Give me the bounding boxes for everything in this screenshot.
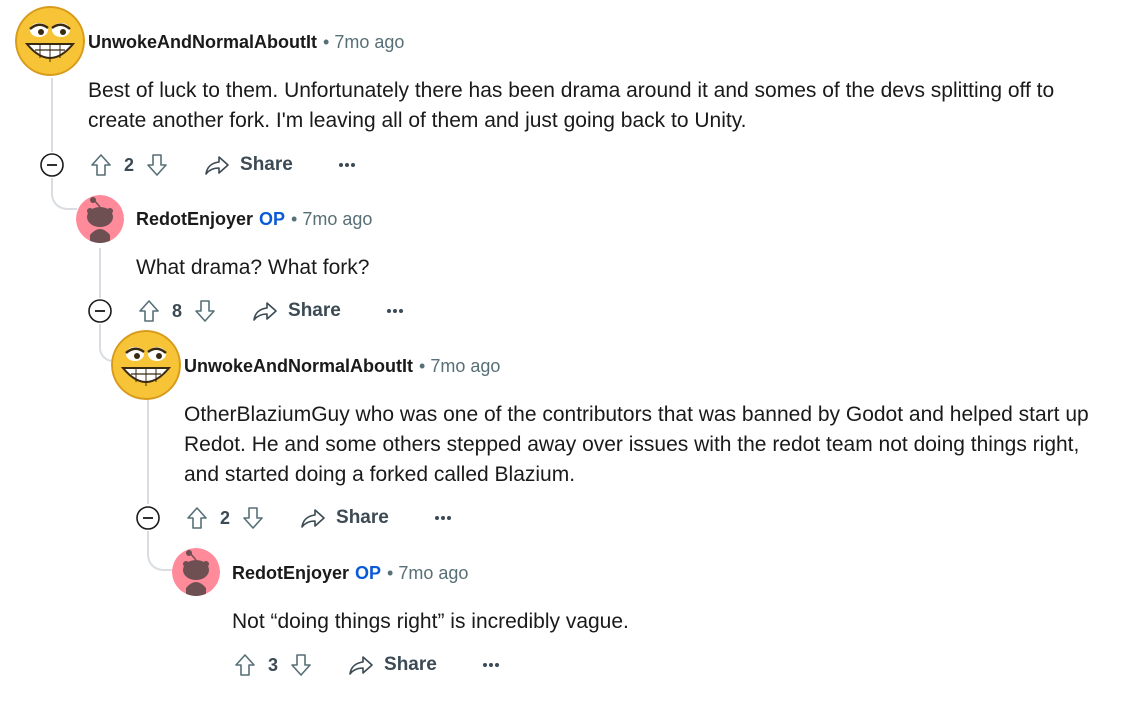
upvote-button[interactable] — [184, 505, 210, 531]
comment-body-1: Best of luck to them. Unfortunately ther… — [88, 76, 1054, 136]
upvote-icon — [91, 154, 111, 176]
more-options-button[interactable] — [335, 153, 359, 177]
share-icon — [301, 509, 325, 528]
share-icon — [205, 156, 229, 175]
more-icon — [386, 309, 403, 313]
downvote-icon — [243, 507, 263, 529]
collapse-button-2[interactable] — [87, 298, 113, 324]
comment-body-4: Not “doing things right” is incredibly v… — [232, 607, 629, 637]
comment-timestamp[interactable]: 7mo ago — [430, 356, 500, 376]
collapse-icon — [136, 506, 160, 530]
comment-meta-3: UnwokeAndNormalAboutIt • 7mo ago — [184, 354, 500, 378]
more-icon — [482, 663, 499, 667]
comment-line: create another fork. I'm leaving all of … — [88, 109, 747, 132]
more-options-button[interactable] — [431, 506, 455, 530]
comment-meta-2: RedotEnjoyer OP • 7mo ago — [136, 207, 372, 231]
upvote-button[interactable] — [136, 298, 162, 324]
downvote-button[interactable] — [144, 152, 170, 178]
share-icon — [253, 302, 277, 321]
op-badge: OP — [355, 563, 382, 583]
share-label: Share — [240, 154, 293, 175]
comment-meta-4: RedotEnjoyer OP • 7mo ago — [232, 561, 468, 585]
separator-dot: • — [323, 32, 330, 52]
downvote-button[interactable] — [240, 505, 266, 531]
share-button[interactable]: Share — [252, 300, 341, 322]
avatar-emoji-1[interactable] — [15, 6, 85, 76]
comment-timestamp[interactable]: 7mo ago — [398, 563, 468, 583]
thread-line-3 — [147, 400, 149, 504]
comment-username[interactable]: UnwokeAndNormalAboutIt — [184, 356, 413, 376]
vote-score: 3 — [268, 654, 279, 675]
comment-timestamp[interactable]: 7mo ago — [334, 32, 404, 52]
comment-line: Not “doing things right” is incredibly v… — [232, 610, 629, 633]
thread-line-2 — [99, 248, 101, 298]
collapse-button-3[interactable] — [135, 505, 161, 531]
more-icon — [338, 163, 355, 167]
share-button[interactable]: Share — [300, 507, 389, 529]
collapse-icon — [88, 299, 112, 323]
comment-actions-1: 2 Share — [88, 150, 359, 180]
upvote-icon — [235, 654, 255, 676]
avatar-snoo-4[interactable] — [172, 548, 220, 596]
comment-line: What drama? What fork? — [136, 256, 370, 279]
thread-connector-3 — [147, 531, 173, 571]
upvote-button[interactable] — [232, 652, 258, 678]
more-icon — [434, 516, 451, 520]
emoji-grin-avatar-icon — [111, 330, 181, 400]
comment-line: Redot. He and some others stepped away o… — [184, 433, 1080, 456]
comment-actions-3: 2 Share — [184, 503, 455, 533]
comment-username[interactable]: RedotEnjoyer — [232, 563, 349, 583]
avatar-emoji-3[interactable] — [111, 330, 181, 400]
emoji-grin-avatar-icon — [15, 6, 85, 76]
comment-line: OtherBlaziumGuy who was one of the contr… — [184, 403, 1089, 426]
downvote-button[interactable] — [192, 298, 218, 324]
comment-actions-2: 8 Share — [136, 296, 407, 326]
avatar-snoo-2[interactable] — [76, 195, 124, 243]
comment-meta-1: UnwokeAndNormalAboutIt • 7mo ago — [88, 30, 404, 54]
comment-timestamp[interactable]: 7mo ago — [302, 209, 372, 229]
more-options-button[interactable] — [383, 299, 407, 323]
vote-score: 2 — [124, 154, 135, 175]
comment-body-3: OtherBlaziumGuy who was one of the contr… — [184, 400, 1089, 490]
thread-connector-1 — [51, 180, 77, 210]
op-badge: OP — [259, 209, 286, 229]
comment-body-2: What drama? What fork? — [136, 253, 369, 283]
vote-score: 8 — [172, 300, 183, 321]
comment-actions-4: 3 Share — [232, 650, 503, 680]
share-label: Share — [336, 507, 389, 528]
comment-username[interactable]: RedotEnjoyer — [136, 209, 253, 229]
snoo-avatar-icon — [76, 195, 124, 243]
upvote-button[interactable] — [88, 152, 114, 178]
share-button[interactable]: Share — [348, 654, 437, 676]
upvote-icon — [187, 507, 207, 529]
share-label: Share — [384, 654, 437, 675]
downvote-button[interactable] — [288, 652, 314, 678]
downvote-icon — [147, 154, 167, 176]
comment-username[interactable]: UnwokeAndNormalAboutIt — [88, 32, 317, 52]
comment-line: Best of luck to them. Unfortunately ther… — [88, 79, 1055, 102]
separator-dot: • — [419, 356, 426, 376]
thread-line-1 — [51, 78, 53, 152]
more-options-button[interactable] — [479, 653, 503, 677]
vote-score: 2 — [220, 507, 231, 528]
upvote-icon — [139, 300, 159, 322]
share-button[interactable]: Share — [204, 154, 293, 176]
collapse-icon — [40, 153, 64, 177]
collapse-button-1[interactable] — [39, 152, 65, 178]
snoo-avatar-icon — [172, 548, 220, 596]
share-icon — [349, 656, 373, 675]
downvote-icon — [291, 654, 311, 676]
share-label: Share — [288, 300, 341, 321]
downvote-icon — [195, 300, 215, 322]
separator-dot: • — [387, 563, 394, 583]
separator-dot: • — [291, 209, 298, 229]
comment-line: and started doing a forked called Blaziu… — [184, 463, 576, 486]
